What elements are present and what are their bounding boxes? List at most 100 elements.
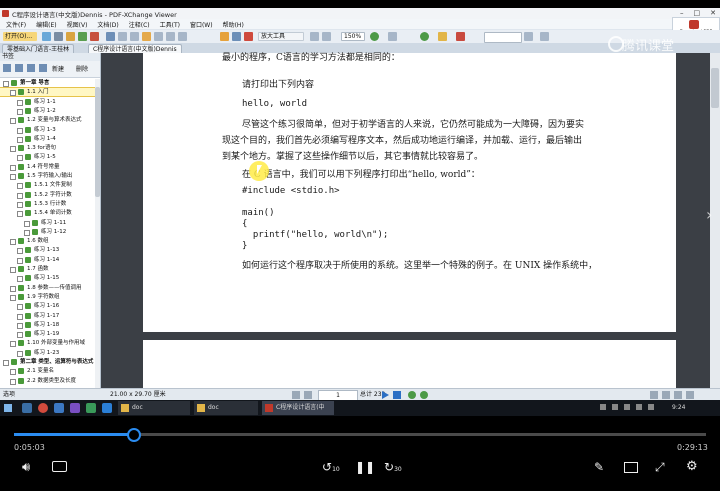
- bookmark-item[interactable]: 1.4 符号常量: [0, 163, 98, 171]
- expand-toggle-icon[interactable]: [24, 220, 30, 227]
- last-page-icon[interactable]: [393, 391, 401, 399]
- expand-toggle-icon[interactable]: [10, 378, 16, 385]
- properties-icon[interactable]: [39, 64, 47, 72]
- tray-icon[interactable]: [600, 404, 606, 410]
- expand-toggle-icon[interactable]: [17, 108, 23, 115]
- bookmark-item[interactable]: 练习 1-12: [0, 228, 98, 236]
- hand-tool-icon[interactable]: [220, 32, 229, 41]
- expand-toggle-icon[interactable]: [17, 211, 23, 218]
- expand-toggle-icon[interactable]: [10, 267, 16, 273]
- taskbar-item-pdf[interactable]: C程序设计语言(中文...: [262, 401, 334, 425]
- bookmark-item[interactable]: 2.1 变量名: [0, 367, 98, 376]
- rotate-icon[interactable]: [388, 32, 397, 41]
- page-number-input[interactable]: 1: [318, 390, 358, 400]
- find-icon[interactable]: [130, 32, 139, 41]
- expand-toggle-icon[interactable]: [10, 239, 16, 246]
- snapshot-tool-icon[interactable]: [244, 32, 253, 41]
- minimize-icon[interactable]: –: [680, 9, 684, 17]
- prev-page-icon[interactable]: [304, 391, 312, 399]
- expand-toggle-icon[interactable]: [17, 304, 23, 311]
- expand-toggle-icon[interactable]: [10, 174, 16, 180]
- zoom-tool-button[interactable]: 放大工具: [258, 32, 304, 41]
- expand-toggle-icon[interactable]: [17, 313, 23, 320]
- first-page-icon[interactable]: [292, 391, 300, 399]
- expand-toggle-icon[interactable]: [17, 350, 23, 357]
- expand-toggle-icon[interactable]: [17, 192, 23, 199]
- volume-icon[interactable]: 🔊︎: [22, 460, 30, 475]
- fullscreen-icon[interactable]: ⤢: [655, 460, 665, 475]
- expand-toggle-icon[interactable]: [10, 341, 16, 348]
- open-button[interactable]: 打开(O)...: [3, 32, 37, 41]
- bookmark-item[interactable]: 1.5.2 字符计数: [0, 191, 98, 199]
- bookmark-item[interactable]: 练习 1-13: [0, 246, 98, 255]
- print-icon[interactable]: [54, 32, 63, 41]
- bookmark-item[interactable]: 练习 1-19: [0, 330, 98, 339]
- bookmark-item[interactable]: 1.6 数组: [0, 237, 98, 246]
- email-icon[interactable]: [66, 32, 75, 41]
- stamp-icon[interactable]: [154, 32, 163, 41]
- expand-toggle-icon[interactable]: [17, 248, 23, 255]
- typewriter-icon[interactable]: [166, 32, 175, 41]
- fit-width-icon[interactable]: [322, 32, 331, 41]
- search-icon[interactable]: [524, 32, 533, 41]
- expand-toggle-icon[interactable]: [10, 294, 16, 301]
- expand-toggle-icon[interactable]: [17, 276, 23, 283]
- fit-page-icon[interactable]: [310, 32, 319, 41]
- search-icon[interactable]: [22, 403, 32, 413]
- redo-icon[interactable]: [90, 32, 99, 41]
- go-forward-icon[interactable]: [420, 391, 428, 399]
- bookmark-item[interactable]: 1.1 入门: [0, 87, 99, 98]
- facing-icon[interactable]: [674, 391, 682, 399]
- edit-pen-icon[interactable]: ✎: [594, 460, 604, 474]
- taskbar-item-doc-2[interactable]: doc: [194, 401, 258, 415]
- bookmark-item[interactable]: 1.9 字符数组: [0, 293, 98, 301]
- expand-toggle-icon[interactable]: [24, 229, 30, 236]
- bookmark-item[interactable]: 练习 1-4: [0, 135, 98, 143]
- rewind-icon[interactable]: ↺10: [322, 460, 340, 474]
- taskbar-item-doc-1[interactable]: doc: [118, 401, 190, 415]
- snapshot-icon[interactable]: [118, 32, 127, 41]
- undo-icon[interactable]: [78, 32, 87, 41]
- expand-toggle-icon[interactable]: [17, 99, 23, 106]
- bookmark-item[interactable]: 2.2 数据类型及长度: [0, 377, 98, 385]
- pause-icon[interactable]: ❚❚: [355, 460, 375, 474]
- expand-toggle-icon[interactable]: [17, 257, 23, 264]
- subtitle-icon[interactable]: [52, 461, 67, 472]
- bookmark-item[interactable]: 1.5.3 行计数: [0, 200, 98, 208]
- network-icon[interactable]: [636, 404, 642, 410]
- document-view[interactable]: 最小的程序，C语言的学习方法都是相同的： 请打印出下列内容 hello, wor…: [101, 53, 710, 388]
- expand-toggle-icon[interactable]: [3, 360, 9, 366]
- bookmark-item[interactable]: 第一章 导言: [0, 79, 98, 87]
- bookmark-item[interactable]: 练习 1-2: [0, 107, 98, 115]
- menu-file[interactable]: 文件(F): [6, 20, 26, 29]
- next-arrow-icon[interactable]: ›: [706, 205, 712, 224]
- bookmark-item[interactable]: 练习 1-1: [0, 98, 98, 106]
- select-text-icon[interactable]: [232, 32, 241, 41]
- markup-icon[interactable]: [178, 32, 187, 41]
- expand-toggle-icon[interactable]: [10, 146, 16, 153]
- volume-icon[interactable]: [648, 404, 654, 410]
- bookmark-item[interactable]: 1.8 参数——传值调用: [0, 284, 98, 292]
- app-icon[interactable]: [86, 403, 96, 413]
- bookmark-item[interactable]: 1.10 外部变量与作用域: [0, 339, 98, 348]
- comment-icon[interactable]: [142, 32, 151, 41]
- expand-toggle-icon[interactable]: [10, 285, 16, 292]
- bookmark-item[interactable]: 1.5 字符输入/输出: [0, 172, 98, 180]
- expand-toggle-icon[interactable]: [3, 81, 9, 87]
- search-input[interactable]: [484, 32, 522, 43]
- browser-icon[interactable]: [38, 403, 48, 413]
- options-button[interactable]: 选项: [0, 389, 103, 400]
- close-icon[interactable]: ✕: [710, 9, 716, 17]
- single-page-icon[interactable]: [650, 391, 658, 399]
- expand-toggle-icon[interactable]: [10, 164, 16, 171]
- forward-icon[interactable]: ↻30: [384, 460, 402, 474]
- select-icon[interactable]: [106, 32, 115, 41]
- maximize-icon[interactable]: □: [694, 9, 701, 17]
- expand-toggle-icon[interactable]: [17, 136, 23, 143]
- bookmark-item[interactable]: 练习 1-18: [0, 321, 98, 329]
- tray-icon[interactable]: [624, 404, 630, 410]
- next-page-icon[interactable]: [382, 391, 389, 399]
- expand-toggle-icon[interactable]: [10, 90, 16, 97]
- bookmark-item[interactable]: 1.3 for语句: [0, 144, 98, 153]
- bookmark-item[interactable]: 练习 1-16: [0, 302, 98, 311]
